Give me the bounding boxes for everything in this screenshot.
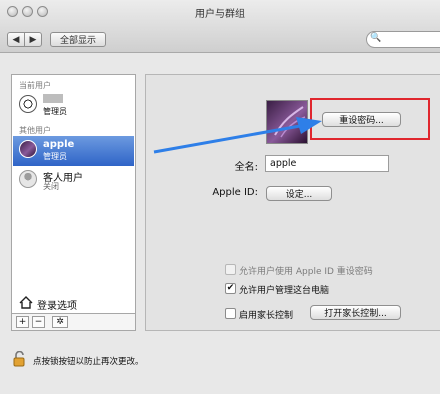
other-users-section-label: 其他用户: [19, 126, 51, 135]
blurred-name-mark: [43, 94, 63, 103]
open-parental-controls-button[interactable]: 打开家长控制...: [310, 305, 401, 320]
search-icon: 🔍: [370, 33, 382, 43]
house-icon: [19, 296, 33, 309]
soccer-ball-avatar-icon: [19, 95, 37, 113]
add-user-button[interactable]: +: [16, 316, 29, 328]
gear-icon[interactable]: ✲: [52, 316, 68, 328]
user-avatar-icon: [19, 140, 37, 158]
forward-button[interactable]: ▶: [24, 32, 42, 47]
full-name-label: 全名:: [234, 162, 258, 173]
sidebar-item-apple[interactable]: apple 管理员: [13, 136, 134, 166]
sidebar-item-current-user[interactable]: 管理员: [13, 91, 134, 121]
apple-user-role: 管理员: [43, 152, 67, 161]
checkmark-icon: ✔: [226, 283, 235, 293]
parental-controls-checkbox[interactable]: [225, 308, 236, 319]
manage-computer-label: 允许用户管理这台电脑: [239, 286, 330, 296]
apple-id-reset-checkbox[interactable]: [225, 264, 236, 275]
apple-id-set-button[interactable]: 设定...: [266, 186, 332, 201]
flower-image-icon: [274, 106, 306, 138]
guest-avatar-icon: [19, 170, 37, 188]
manage-computer-checkbox[interactable]: ✔: [225, 283, 236, 294]
show-all-button[interactable]: 全部显示: [50, 32, 106, 47]
login-options-label: 登录选项: [37, 301, 77, 312]
sidebar-toolbar: + − ✲: [11, 314, 136, 331]
users-sidebar: 当前用户 管理员 其他用户 apple 管理员 客人用户 关闭 登录选项: [11, 74, 136, 314]
current-user-section-label: 当前用户: [19, 81, 51, 90]
lock-hint-text: 点按锁按钮以防止再次更改。: [33, 357, 144, 367]
login-options-item[interactable]: 登录选项: [13, 293, 134, 313]
sidebar-item-guest[interactable]: 客人用户 关闭: [13, 166, 134, 196]
unlocked-padlock-icon[interactable]: [13, 351, 27, 367]
parental-controls-label: 启用家长控制: [239, 311, 294, 321]
apple-user-name: apple: [43, 139, 75, 150]
back-icon: ◀: [12, 34, 20, 45]
current-user-role: 管理员: [43, 107, 67, 116]
apple-id-label: Apple ID:: [212, 187, 258, 198]
apple-id-reset-label: 允许用户使用 Apple ID 重设密码: [239, 267, 373, 277]
back-button[interactable]: ◀: [7, 32, 25, 47]
guest-user-role: 关闭: [43, 182, 59, 191]
window-titlebar: 用户与群组 ◀ ▶ 全部显示 🔍: [0, 0, 440, 53]
search-input[interactable]: 🔍: [366, 31, 440, 48]
window-title: 用户与群组: [195, 9, 245, 20]
user-picture[interactable]: [266, 100, 308, 144]
forward-icon: ▶: [29, 34, 37, 45]
reset-password-button[interactable]: 重设密码...: [322, 112, 401, 127]
remove-user-button[interactable]: −: [32, 316, 45, 328]
full-name-field[interactable]: apple: [265, 155, 389, 172]
